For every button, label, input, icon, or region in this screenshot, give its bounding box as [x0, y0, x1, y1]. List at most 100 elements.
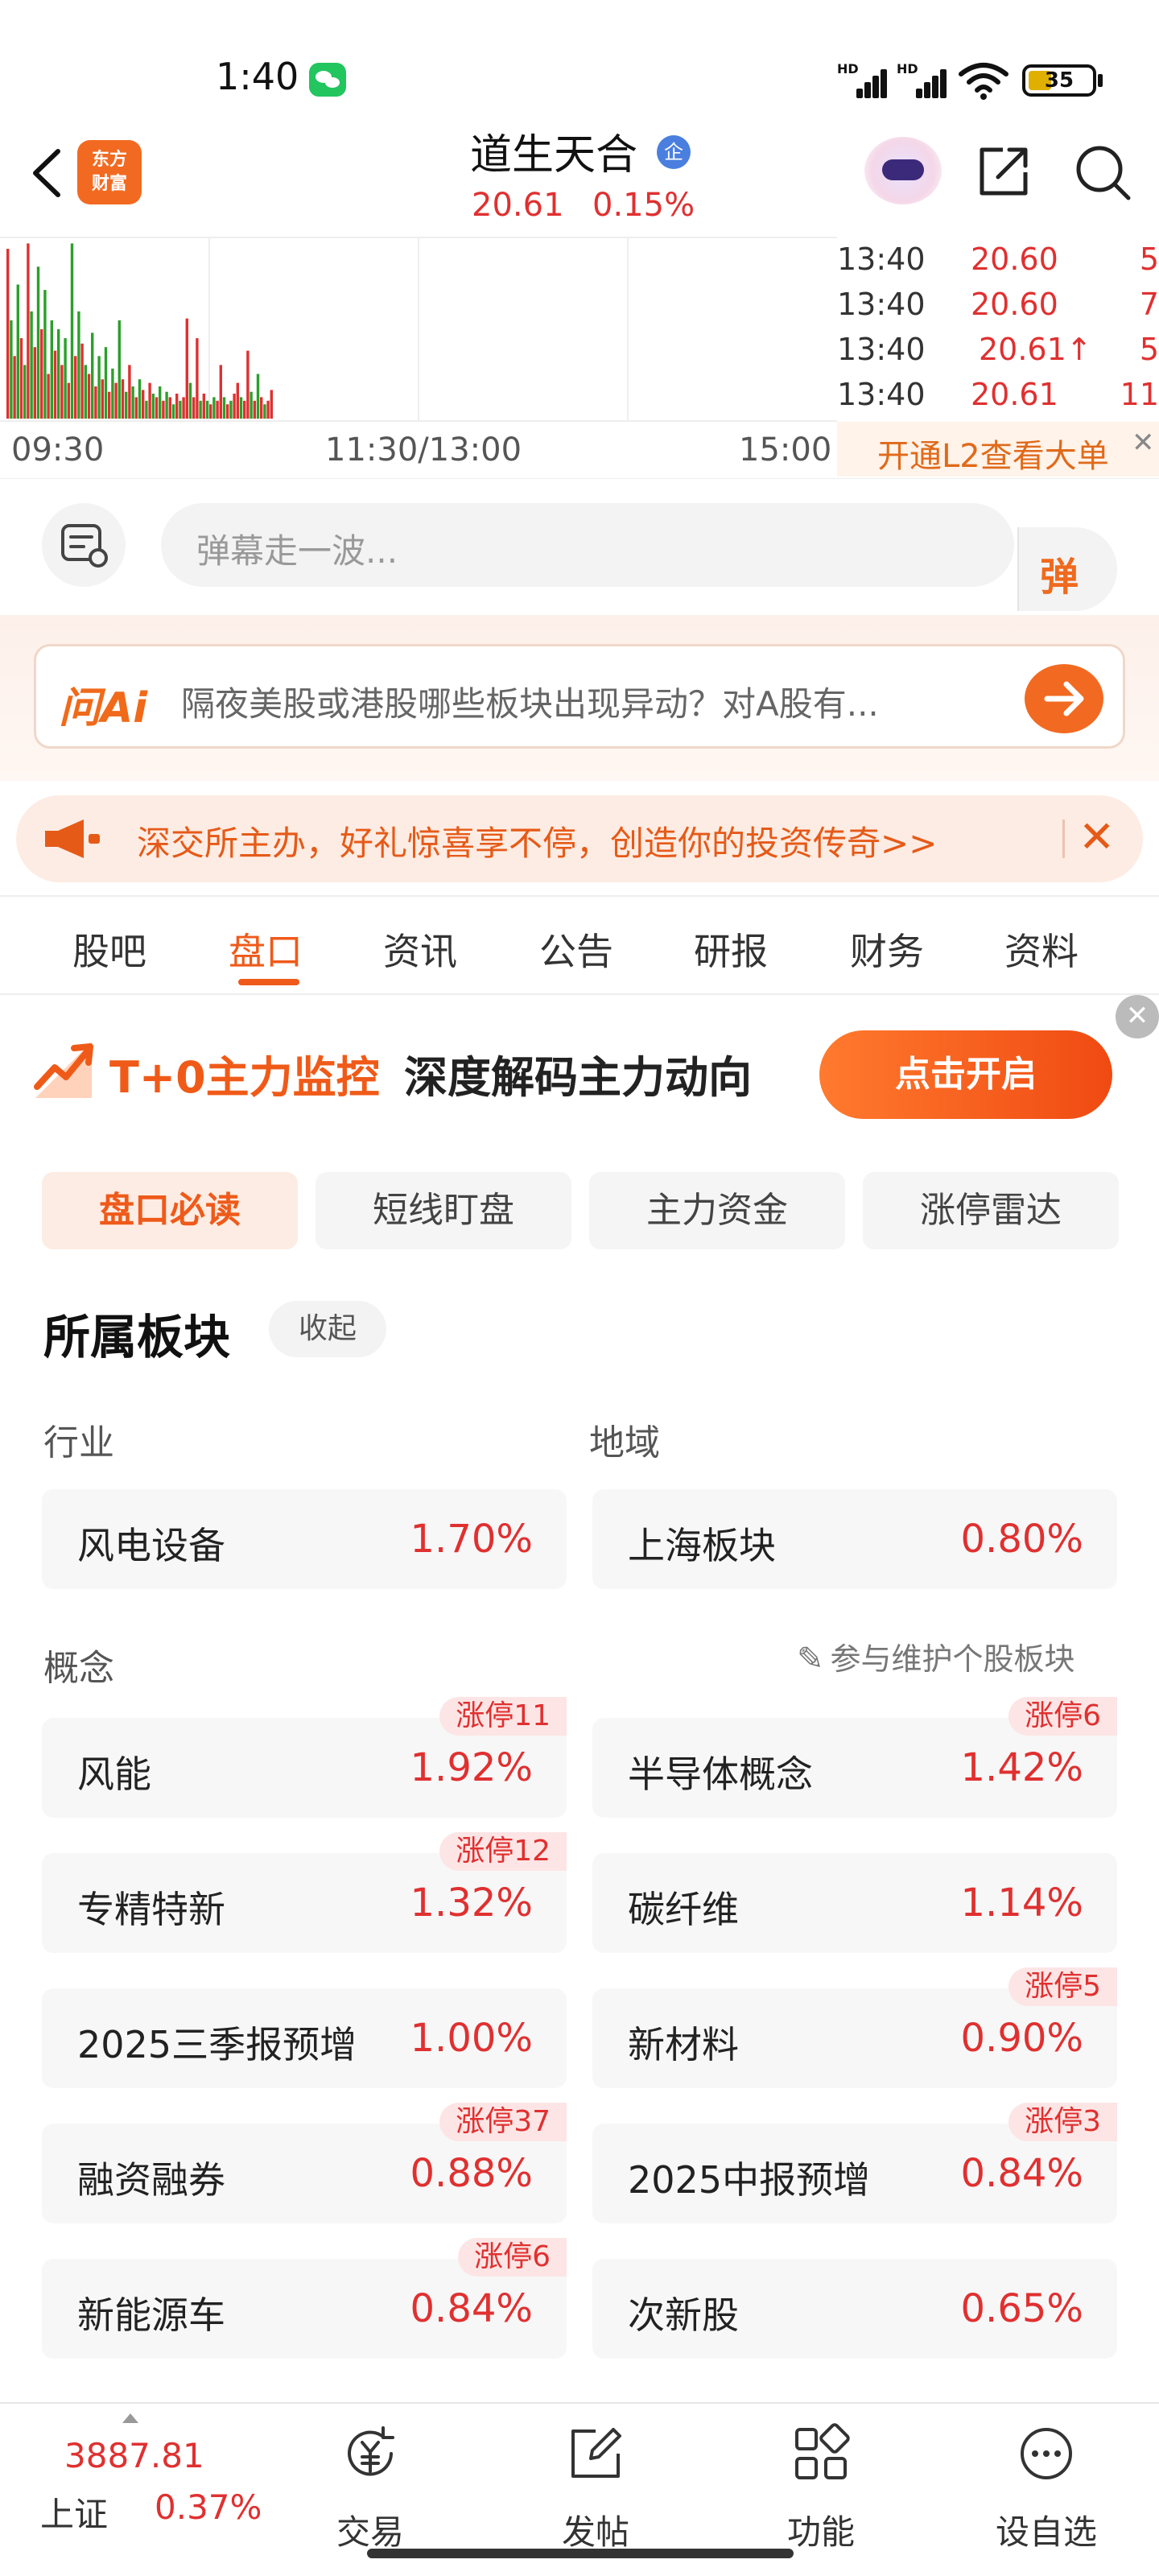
yuan-refresh-icon	[348, 2426, 394, 2476]
collapse-button[interactable]: 收起	[269, 1301, 386, 1357]
industry-card[interactable]: 风电设备 1.70%	[42, 1489, 567, 1589]
expand-caret-icon[interactable]	[122, 2413, 138, 2423]
nav-add-watchlist[interactable]: 设自选	[982, 2421, 1111, 2558]
volume-bar	[145, 400, 148, 419]
close-icon[interactable]: ✕	[1132, 427, 1155, 459]
concept-card[interactable]: 2025三季报预增 1.00%	[42, 1988, 567, 2088]
volume-bar	[266, 400, 270, 419]
back-icon[interactable]	[23, 145, 71, 201]
search-icon[interactable]	[1072, 142, 1133, 203]
ai-question-area: 问Ai 隔夜美股或港股哪些板块出现异动？对A股有...	[0, 615, 1159, 781]
danmu-settings-icon[interactable]	[42, 503, 126, 587]
stock-change: 0.15%	[592, 187, 695, 224]
subtab-short-term[interactable]: 短线盯盘	[316, 1172, 571, 1249]
volume-bar	[43, 290, 47, 419]
sector-change: 1.92%	[410, 1745, 533, 1790]
concept-card[interactable]: 融资融券 0.88% 涨停37	[42, 2103, 567, 2223]
concept-card[interactable]: 专精特新 1.32% 涨停12	[42, 1832, 567, 1953]
nav-post[interactable]: 发帖	[531, 2421, 660, 2558]
stock-tabs: 股吧 盘口 资讯 公告 研报 财务 资料	[0, 895, 1159, 995]
megaphone-icon	[45, 819, 100, 858]
pen-icon: ✎	[797, 1641, 824, 1678]
index-change[interactable]: 0.37%	[155, 2487, 262, 2527]
sector-name: 风电设备	[77, 1524, 225, 1567]
arrow-right-icon[interactable]	[1025, 664, 1103, 733]
l2-upgrade-banner[interactable]: 开通L2查看大单 ✕	[837, 422, 1159, 477]
volume-bar	[199, 400, 202, 419]
tick-row: 13:40 20.61↑ 5	[837, 332, 1159, 367]
tab-guba[interactable]: 股吧	[72, 923, 146, 976]
tab-announcements[interactable]: 公告	[539, 923, 613, 976]
volume-bar	[70, 243, 74, 419]
nav-trade[interactable]: 交易	[306, 2421, 435, 2558]
ai-assistant-avatar-icon[interactable]	[864, 137, 942, 204]
concept-card[interactable]: 碳纤维 1.14%	[592, 1853, 1117, 1953]
concept-card[interactable]: 2025中报预增 0.84% 涨停3	[592, 2103, 1117, 2223]
sector-change: 1.42%	[960, 1745, 1083, 1790]
volume-bar	[229, 400, 233, 419]
tick-list: 13:40 20.60 5 13:40 20.60 7 13:40 20.61↑ 5 13:…	[837, 237, 1159, 422]
volume-bar	[94, 386, 97, 419]
volume-bar	[131, 386, 134, 419]
promo-text[interactable]: 深交所主办，好礼惊喜享不停，创造你的投资传奇>>	[137, 816, 937, 865]
stock-name[interactable]: 道生天合	[470, 121, 637, 181]
volume-bar	[91, 332, 94, 419]
subtab-limit-up-radar[interactable]: 涨停雷达	[863, 1172, 1119, 1249]
l2-banner-text[interactable]: 开通L2查看大单	[877, 430, 1109, 477]
volume-bar	[128, 365, 131, 419]
volume-bar	[175, 393, 179, 419]
home-indicator[interactable]	[367, 2549, 794, 2558]
concept-card[interactable]: 新材料 0.90% 涨停5	[592, 1967, 1117, 2088]
concept-card[interactable]: 风能 1.92% 涨停11	[42, 1697, 567, 1818]
volume-bar	[236, 382, 239, 419]
nav-functions[interactable]: 功能	[757, 2421, 885, 2558]
close-icon[interactable]: ✕	[1079, 811, 1115, 862]
sector-name: 新能源车	[77, 2293, 225, 2337]
region-label: 地域	[589, 1422, 660, 1463]
limit-up-badge: 涨停11	[439, 1697, 567, 1736]
volume-bar	[53, 350, 57, 419]
subtab-must-read[interactable]: 盘口必读	[42, 1172, 298, 1249]
volume-bar	[114, 382, 118, 419]
close-icon[interactable]: ✕	[1116, 995, 1159, 1038]
volume-bar	[168, 397, 171, 419]
volume-bar	[36, 266, 40, 419]
ai-logo: 问Ai	[59, 684, 148, 733]
app-logo[interactable]: 东方 财富	[77, 140, 142, 204]
concept-card[interactable]: 次新股 0.65%	[592, 2259, 1117, 2359]
volume-bar	[246, 350, 250, 419]
share-icon[interactable]	[974, 142, 1033, 201]
concept-card[interactable]: 半导体概念 1.42% 涨停6	[592, 1697, 1117, 1818]
volume-bar	[205, 400, 209, 419]
danmu-send-button[interactable]: 弹	[1017, 527, 1117, 611]
volume-bar	[179, 400, 182, 419]
volume-bar	[182, 397, 185, 419]
index-name[interactable]: 上证	[40, 2487, 108, 2537]
maintain-sectors-link[interactable]: ✎ 参与维护个股板块	[797, 1634, 1075, 1678]
volume-bar	[148, 382, 151, 419]
volume-bar	[239, 397, 243, 419]
sector-change: 0.84%	[410, 2286, 533, 2331]
danmu-input[interactable]: 弹幕走一波... 弹	[161, 503, 1117, 611]
volume-bar	[33, 347, 36, 419]
tab-research[interactable]: 研报	[694, 923, 768, 976]
subtab-main-funds[interactable]: 主力资金	[589, 1172, 845, 1249]
t0-monitor-banner[interactable]: T+0主力监控 深度解码主力动向 点击开启 ✕	[0, 995, 1159, 1151]
concept-card[interactable]: 新能源车 0.84% 涨停6	[42, 2238, 567, 2359]
sector-name: 2025三季报预增	[77, 2023, 357, 2066]
region-card[interactable]: 上海板块 0.80%	[592, 1489, 1117, 1589]
volume-bar	[155, 397, 159, 419]
tab-finance[interactable]: 财务	[850, 923, 924, 976]
index-value[interactable]: 3887.81	[64, 2436, 204, 2475]
ai-question-text[interactable]: 隔夜美股或港股哪些板块出现异动？对A股有...	[181, 677, 1018, 726]
volume-bar	[19, 338, 23, 419]
open-t0-button[interactable]: 点击开启	[819, 1030, 1112, 1119]
intraday-volume-chart[interactable]	[0, 237, 837, 422]
tab-profile[interactable]: 资料	[1004, 923, 1079, 976]
promo-banner[interactable]: 深交所主办，好礼惊喜享不停，创造你的投资传奇>> ✕	[16, 795, 1143, 882]
volume-bar	[162, 400, 165, 419]
volume-bar	[226, 404, 229, 419]
tab-pankou[interactable]: 盘口	[229, 923, 303, 976]
tab-news[interactable]: 资讯	[383, 923, 457, 976]
ai-question-box[interactable]: 问Ai 隔夜美股或港股哪些板块出现异动？对A股有...	[34, 644, 1125, 749]
